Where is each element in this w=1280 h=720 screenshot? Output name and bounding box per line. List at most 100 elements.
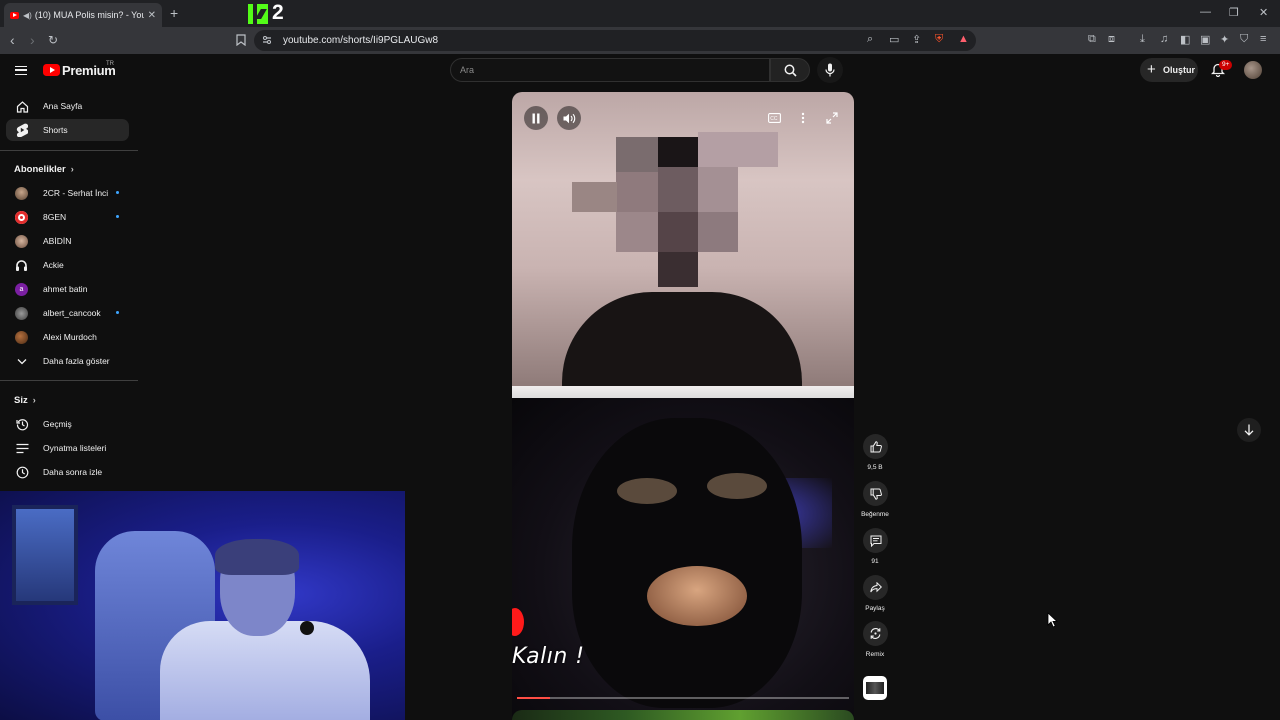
censor-pixel — [698, 132, 778, 167]
video-progress-bar[interactable] — [517, 697, 849, 699]
censor-pixel — [616, 212, 658, 252]
search-input[interactable] — [450, 58, 770, 82]
subscription-channel[interactable]: albert_cancook — [6, 302, 129, 324]
subscriptions-section-title[interactable]: Abonelikler › — [14, 164, 74, 175]
channel-name: Ackie — [43, 260, 64, 270]
search-button[interactable] — [770, 58, 810, 82]
microphone-icon — [825, 63, 835, 77]
browser-tab-bar: ◀) (10) MUA Polis misin? - YouTu ✕ + 2 —… — [0, 0, 1280, 27]
censor-pixel — [698, 167, 738, 212]
share-label: Paylaş — [865, 605, 885, 612]
subscription-channel[interactable]: Ackie — [6, 254, 129, 276]
pause-icon — [532, 113, 540, 123]
account-avatar[interactable] — [1244, 61, 1262, 79]
sidebar-item-label: Daha sonra izle — [43, 467, 103, 477]
zoom-icon[interactable]: ⌕ — [867, 33, 873, 46]
new-content-dot — [116, 215, 119, 218]
thumbs-down-icon — [870, 488, 882, 500]
media-control-icon[interactable]: ♫ — [1160, 33, 1168, 45]
forward-arrow-icon[interactable]: › — [30, 32, 35, 48]
url-text[interactable]: youtube.com/shorts/Ii9PGLAUGw8 — [283, 35, 438, 46]
share-button[interactable] — [863, 575, 888, 600]
sidebar-divider — [0, 380, 138, 381]
video-eye — [617, 478, 677, 504]
sound-track-thumbnail[interactable] — [863, 676, 887, 700]
share-arrow-icon — [869, 582, 882, 593]
close-tab-icon[interactable]: ✕ — [148, 10, 156, 21]
reload-icon[interactable]: ↻ — [48, 33, 58, 47]
new-content-dot — [116, 191, 119, 194]
like-button[interactable] — [863, 434, 888, 459]
sidebar-item-home[interactable]: Ana Sayfa — [6, 95, 129, 117]
remix-button[interactable] — [863, 621, 888, 646]
downloads-icon[interactable]: ⤓ — [1140, 33, 1145, 46]
brave-rewards-icon[interactable]: ▲ — [958, 33, 969, 45]
close-window-button[interactable]: ✕ — [1259, 6, 1268, 19]
show-more-label: Daha fazla göster — [43, 356, 110, 366]
guide-menu-icon[interactable] — [15, 66, 27, 75]
svg-text:CC: CC — [770, 116, 778, 122]
remix-label: Remix — [865, 651, 885, 658]
sidebar-item-label: Geçmiş — [43, 419, 72, 429]
browser-menu-icon[interactable]: ≡ — [1260, 33, 1266, 45]
sidebar-divider — [0, 150, 138, 151]
minimize-window-button[interactable]: — — [1200, 6, 1211, 18]
vpn-icon[interactable]: ⛉ — [1240, 33, 1248, 46]
shorts-icon — [14, 122, 30, 138]
censor-pixel — [658, 212, 698, 252]
subscription-channel[interactable]: a ahmet batin — [6, 278, 129, 300]
brave-shields-icon[interactable]: ⛨ — [935, 33, 943, 46]
volume-button[interactable] — [557, 106, 581, 130]
comments-button[interactable] — [863, 528, 888, 553]
chevron-down-icon — [14, 353, 30, 369]
back-arrow-icon[interactable]: ‹ — [10, 32, 15, 48]
fullscreen-button[interactable] — [820, 106, 844, 130]
channel-name: 8GEN — [43, 212, 67, 222]
site-settings-icon[interactable] — [262, 35, 272, 45]
youtube-logo-icon[interactable] — [43, 64, 60, 76]
channel-name: ABİDİN — [43, 236, 72, 246]
sidebar-item-history[interactable]: Geçmiş — [6, 413, 129, 435]
more-options-button[interactable] — [791, 106, 815, 130]
subscription-channel[interactable]: Alexi Murdoch — [6, 326, 129, 348]
webcam-person-hair — [215, 539, 299, 575]
comment-icon — [870, 535, 881, 547]
next-short-preview[interactable] — [512, 710, 854, 720]
next-short-button[interactable] — [1237, 418, 1261, 442]
channel-name: 2CR - Serhat İnci — [43, 188, 109, 198]
sidebar-item-watch-later[interactable]: Daha sonra izle — [6, 461, 129, 483]
wallet-icon[interactable]: ▣ — [1200, 33, 1210, 46]
new-tab-button[interactable]: + — [170, 5, 178, 21]
pause-button[interactable] — [524, 106, 548, 130]
sidebar-item-shorts[interactable]: Shorts — [6, 119, 129, 141]
screenshot-icon[interactable]: ⧈ — [1108, 33, 1115, 46]
you-section-title[interactable]: Siz › — [14, 395, 36, 406]
browser-tab-active[interactable]: ◀) (10) MUA Polis misin? - YouTu ✕ — [4, 3, 162, 27]
like-count: 9,5 B — [867, 464, 883, 471]
subscription-channel[interactable]: ABİDİN — [6, 230, 129, 252]
leo-ai-icon[interactable]: ✦ — [1220, 33, 1229, 46]
show-more-button[interactable]: Daha fazla göster — [6, 350, 129, 372]
sidebar-item-playlists[interactable]: Oynatma listeleri — [6, 437, 129, 459]
captions-button[interactable]: CC — [762, 106, 786, 130]
channel-avatar — [15, 330, 28, 344]
you-title-text: Siz — [14, 395, 28, 406]
restore-window-button[interactable]: ❐ — [1229, 6, 1239, 19]
voice-search-button[interactable] — [817, 57, 843, 83]
share-page-icon[interactable]: ⇪ — [912, 33, 921, 46]
captions-icon: CC — [767, 113, 781, 123]
sidebar-item-label: Oynatma listeleri — [43, 443, 107, 453]
subscription-channel[interactable]: 2CR - Serhat İnci — [6, 182, 129, 204]
extensions-icon[interactable]: ⧉ — [1088, 33, 1096, 46]
bookmark-icon[interactable] — [236, 34, 246, 46]
video-balaclava-person — [572, 418, 802, 708]
cast-icon[interactable]: ▭ — [889, 33, 899, 46]
sidebar-toggle-icon[interactable]: ◧ — [1180, 33, 1190, 46]
shorts-video-player[interactable]: Kalın ! CC — [512, 92, 854, 720]
dislike-button[interactable] — [863, 481, 888, 506]
censor-pixel — [658, 167, 698, 212]
video-progress-fill — [517, 697, 551, 699]
video-mouth — [647, 566, 747, 626]
audio-playing-icon[interactable]: ◀) — [23, 11, 32, 20]
subscription-channel[interactable]: 8GEN — [6, 206, 129, 228]
